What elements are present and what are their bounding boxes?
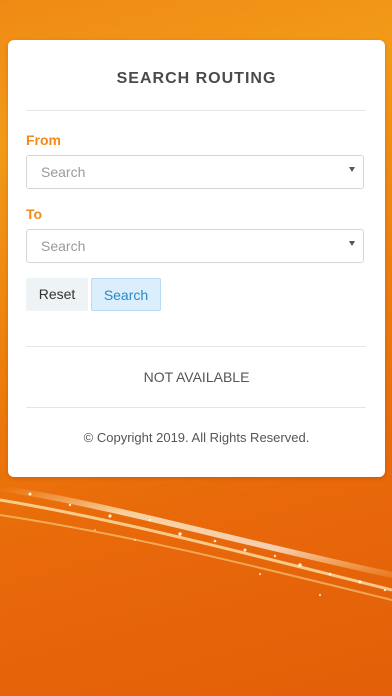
- copyright-text: © Copyright 2019. All Rights Reserved.: [83, 430, 310, 445]
- chevron-down-icon: [349, 167, 355, 172]
- result-divider-top: [26, 346, 366, 347]
- status-text: NOT AVAILABLE: [143, 369, 250, 385]
- reset-button[interactable]: Reset: [26, 278, 88, 311]
- page-title: SEARCH ROUTING: [116, 70, 277, 87]
- from-select-placeholder: Search: [41, 164, 86, 180]
- search-routing-card: SEARCH ROUTING From Search To Search Res…: [8, 40, 385, 477]
- chevron-down-icon: [349, 241, 355, 246]
- to-label: To: [26, 206, 43, 222]
- from-label: From: [26, 132, 61, 148]
- to-select[interactable]: Search: [26, 229, 364, 263]
- from-select[interactable]: Search: [26, 155, 364, 189]
- result-divider-bottom: [26, 407, 366, 408]
- search-button[interactable]: Search: [91, 278, 161, 311]
- title-divider: [26, 110, 366, 111]
- to-select-placeholder: Search: [41, 238, 86, 254]
